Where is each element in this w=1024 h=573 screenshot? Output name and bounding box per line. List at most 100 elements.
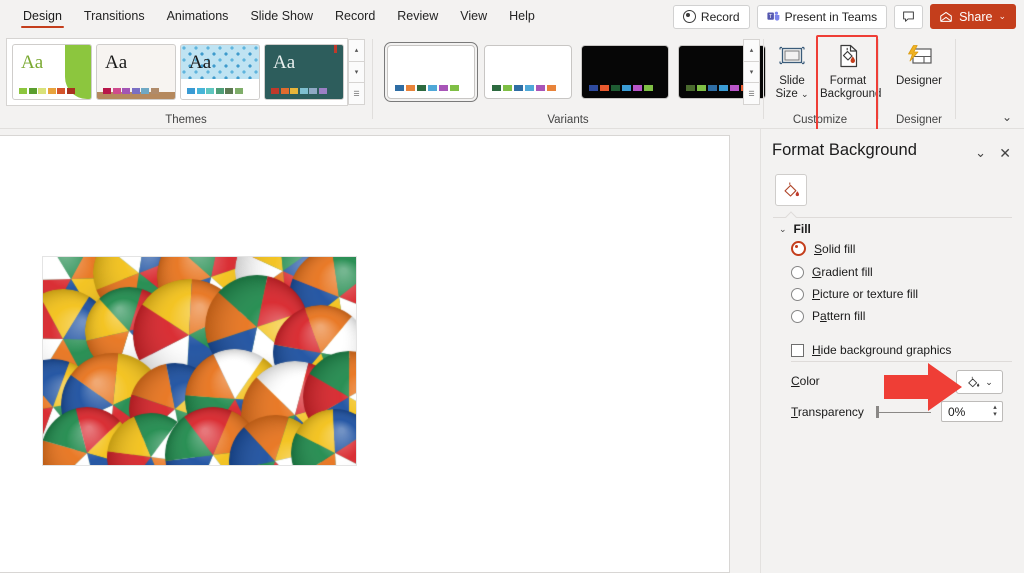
- theme-preview-text: Aa: [21, 52, 44, 73]
- ribbon-tab-design[interactable]: Design: [12, 0, 73, 33]
- variants-item-1[interactable]: [484, 45, 572, 99]
- beach-balls-photo[interactable]: [42, 256, 357, 466]
- themes-gallery[interactable]: Aa Aa Aa Aa: [6, 38, 348, 106]
- variants-scroll-down-button[interactable]: ▾: [743, 61, 760, 84]
- themes-more-button[interactable]: ☰: [348, 83, 365, 106]
- variants-item-0[interactable]: [384, 42, 478, 102]
- theme-color-swatches: [271, 88, 327, 94]
- ribbon-tab-label: Slide Show: [250, 9, 313, 23]
- transparency-slider-handle[interactable]: [876, 406, 879, 418]
- transparency-slider-track: [879, 411, 931, 413]
- tabbar-right-actions: Record T Present in Teams Share ⌄: [672, 0, 1016, 33]
- fill-option-gradient-fill[interactable]: Gradient fill: [791, 265, 873, 279]
- designer-button[interactable]: Designer: [889, 37, 949, 88]
- hide-background-graphics-row[interactable]: Hide background graphics: [791, 343, 951, 357]
- ribbon-tab-help[interactable]: Help: [498, 0, 546, 33]
- themes-item-3[interactable]: Aa: [264, 44, 344, 100]
- variant-swatch: [589, 85, 598, 91]
- themes-scroll-up-button[interactable]: ▴: [348, 39, 365, 62]
- themes-group-label: Themes: [165, 114, 207, 126]
- transparency-value[interactable]: 0%: [942, 405, 988, 419]
- color-chevron-down-icon[interactable]: ⌄: [985, 377, 993, 387]
- radio-pattern-fill[interactable]: [791, 309, 804, 323]
- variants-scroll-up-button[interactable]: ▴: [743, 39, 760, 62]
- slide-size-chevron-down-icon[interactable]: ⌄: [801, 89, 809, 99]
- themes-item-0[interactable]: Aa: [12, 44, 92, 100]
- ribbon-collapse-chevron-icon[interactable]: ⌄: [1002, 110, 1012, 124]
- themes-scroll-buttons: ▴ ▾ ☰: [348, 39, 365, 106]
- theme-swatch: [196, 88, 205, 94]
- color-picker-button[interactable]: ⌄: [956, 370, 1003, 394]
- transparency-spinner-down-icon[interactable]: ▾: [993, 411, 997, 418]
- transparency-slider[interactable]: [876, 406, 931, 418]
- theme-swatch: [234, 88, 243, 94]
- transparency-spinner[interactable]: 0% ▴ ▾: [941, 401, 1003, 422]
- ribbon-tab-animations[interactable]: Animations: [156, 0, 240, 33]
- ribbon-tab-record[interactable]: Record: [324, 0, 386, 33]
- variants-more-button[interactable]: ☰: [743, 83, 760, 106]
- theme-accent-shape: [334, 45, 337, 53]
- radio-picture-or-texture-fill[interactable]: [791, 287, 804, 301]
- color-label: Color: [791, 374, 820, 388]
- variant-swatch: [395, 85, 404, 91]
- fill-option-pattern-fill[interactable]: Pattern fill: [791, 309, 865, 323]
- theme-swatch: [131, 88, 140, 94]
- fill-section-chevron-down-icon: ⌄: [779, 223, 787, 234]
- fill-option-label: Solid fill: [814, 241, 856, 256]
- pane-chevron-down-icon[interactable]: ⌄: [975, 145, 986, 161]
- fill-option-solid-fill[interactable]: Solid fill: [791, 241, 855, 256]
- themes-item-1[interactable]: Aa: [96, 44, 176, 100]
- paint-bucket-icon: [782, 181, 801, 200]
- group-separator-4: [955, 39, 956, 119]
- theme-swatch: [225, 88, 233, 94]
- theme-swatch: [66, 88, 75, 94]
- record-button-label: Record: [700, 9, 740, 24]
- ribbon-tab-review[interactable]: Review: [386, 0, 449, 33]
- designer-icon: [889, 37, 949, 75]
- group-separator-3: [878, 39, 879, 119]
- designer-group-label: Designer: [895, 114, 943, 126]
- variants-item-2[interactable]: [581, 45, 669, 99]
- ribbon-tab-view[interactable]: View: [449, 0, 498, 33]
- fill-tab-button[interactable]: [775, 174, 807, 206]
- pane-close-icon[interactable]: ✕: [999, 145, 1011, 162]
- fill-option-label: Pattern fill: [812, 309, 866, 323]
- radio-gradient-fill[interactable]: [791, 265, 804, 279]
- radio-solid-fill[interactable]: [791, 241, 806, 256]
- format-background-button[interactable]: Format Background: [820, 37, 881, 101]
- slide-size-icon: [765, 37, 819, 75]
- hide-background-graphics-checkbox[interactable]: [791, 343, 804, 357]
- ribbon-tab-label: View: [460, 9, 488, 23]
- share-button[interactable]: Share ⌄: [930, 4, 1016, 29]
- themes-scroll-down-button[interactable]: ▾: [348, 61, 365, 84]
- present-in-teams-button[interactable]: T Present in Teams: [756, 4, 888, 29]
- theme-preview-text: Aa: [105, 52, 128, 73]
- variant-swatch: [644, 85, 653, 91]
- variant-color-swatches: [492, 85, 556, 91]
- ribbon-tab-slide-show[interactable]: Slide Show: [239, 0, 324, 33]
- fill-option-picture-or-texture-fill[interactable]: Picture or texture fill: [791, 287, 918, 301]
- slide-size-label-1: Slide: [779, 75, 805, 87]
- ribbon-tab-label: Review: [397, 9, 439, 23]
- variant-swatch: [697, 85, 706, 91]
- slide-canvas[interactable]: [0, 135, 730, 573]
- variant-swatch: [439, 85, 448, 91]
- comments-button[interactable]: [894, 4, 924, 29]
- theme-swatch: [38, 88, 46, 94]
- slide-size-button[interactable]: Slide Size ⌄: [765, 37, 819, 101]
- teams-icon: T: [767, 10, 780, 23]
- fill-section-header[interactable]: ⌄ Fill: [779, 222, 811, 236]
- share-chevron-down-icon[interactable]: ⌄: [998, 12, 1006, 21]
- pane-divider-2: [791, 361, 1012, 362]
- variant-swatch: [406, 85, 415, 91]
- themes-item-2[interactable]: Aa: [180, 44, 260, 100]
- theme-swatch: [206, 88, 214, 94]
- pane-divider: [773, 217, 1012, 218]
- fill-option-label: Gradient fill: [812, 265, 873, 279]
- record-button[interactable]: Record: [672, 4, 750, 29]
- variant-swatch: [730, 85, 739, 91]
- theme-preview-text: Aa: [273, 52, 296, 73]
- ribbon-tab-transitions[interactable]: Transitions: [73, 0, 156, 33]
- theme-swatch: [122, 88, 130, 94]
- variants-gallery[interactable]: [381, 38, 766, 106]
